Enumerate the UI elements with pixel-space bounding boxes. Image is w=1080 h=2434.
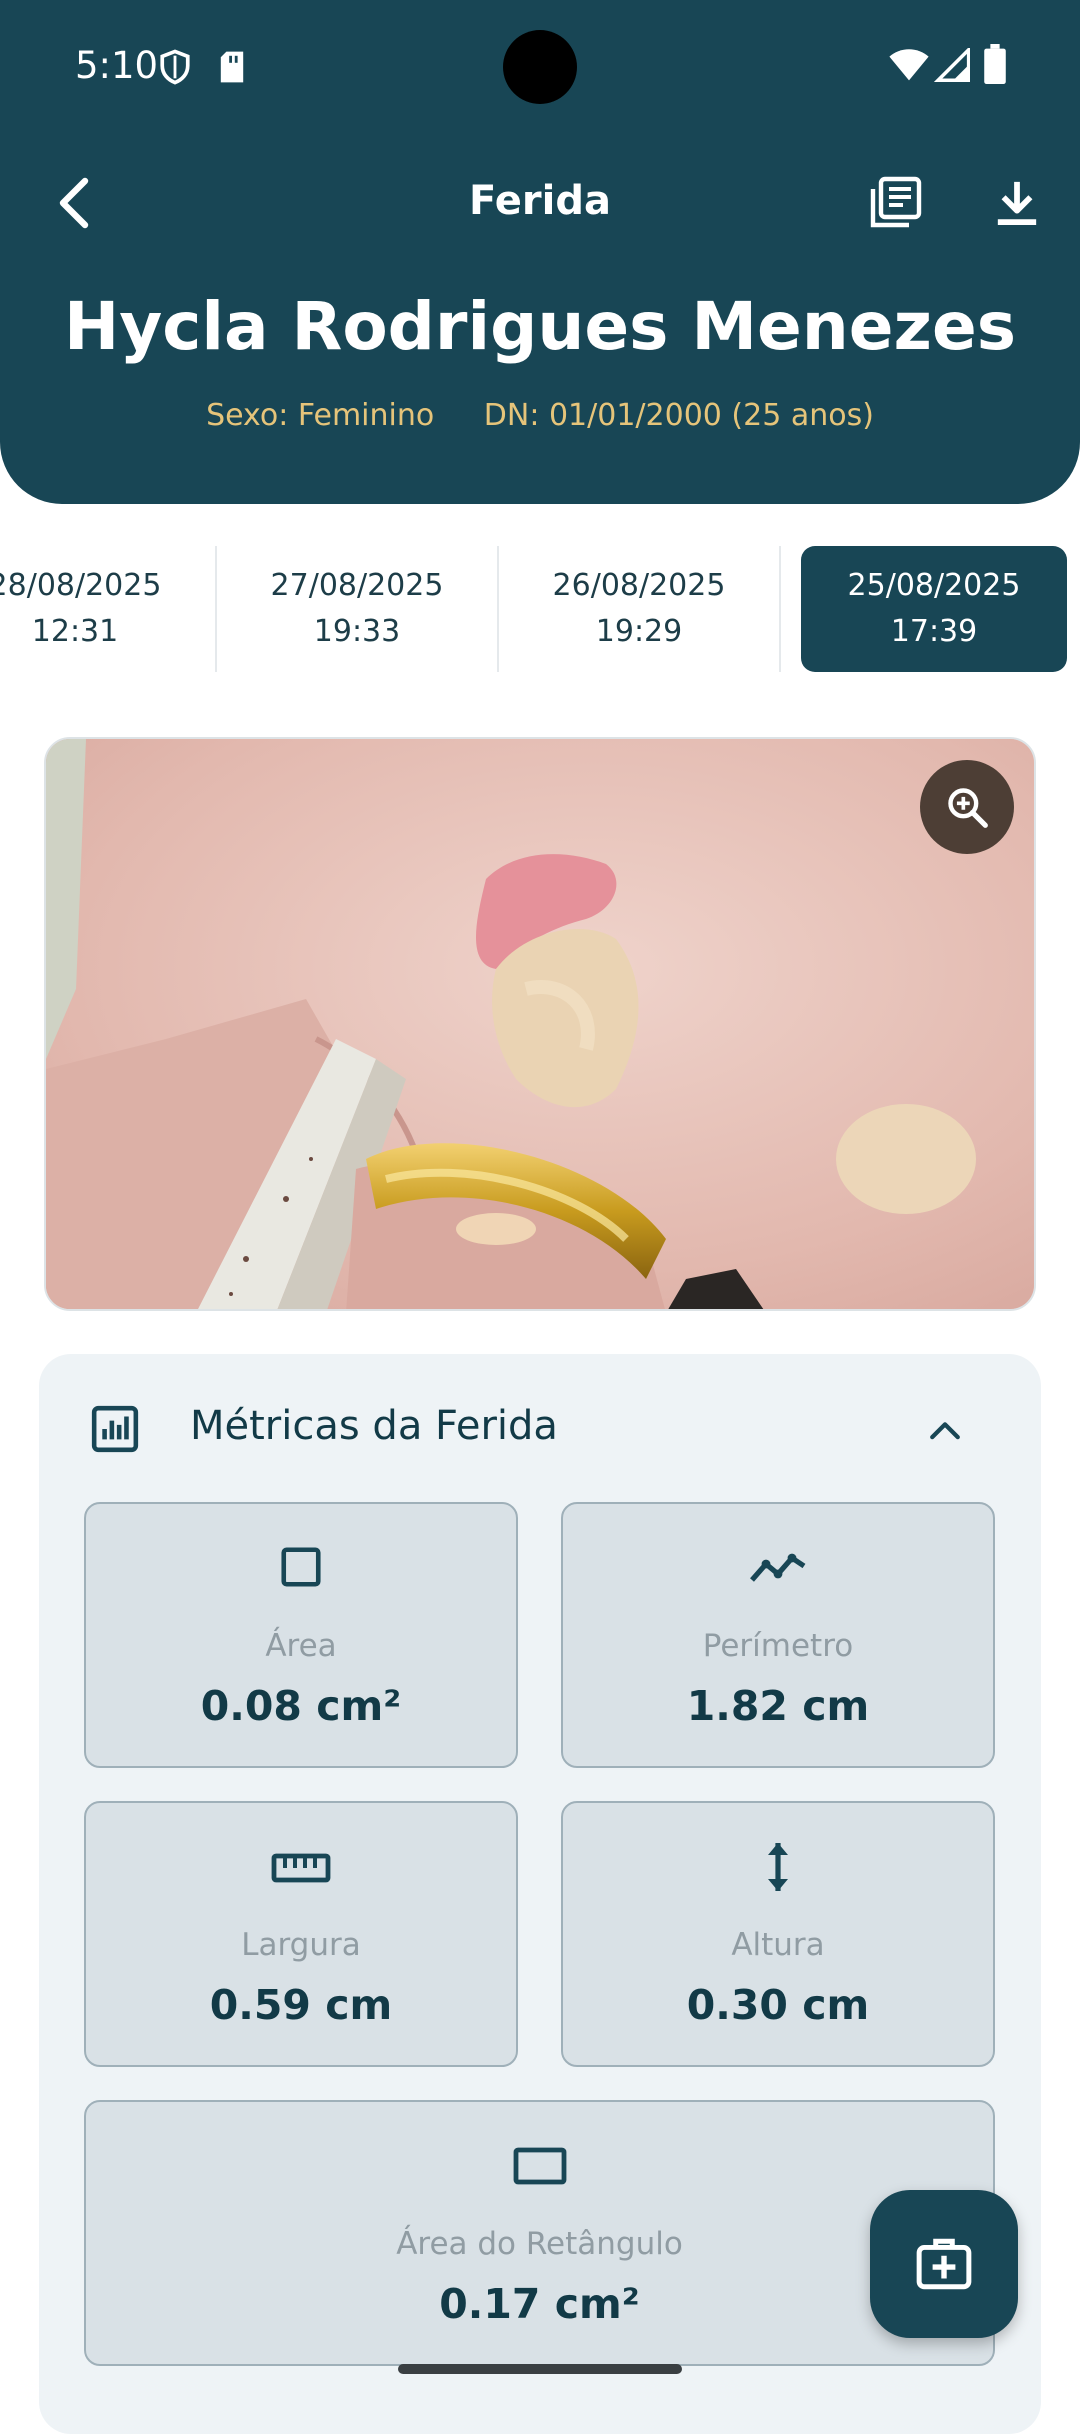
date-selector: 28/08/2025 12:31 27/08/2025 19:33 26/08/…	[0, 546, 1080, 674]
header: 5:10 Ferida Hycla Rodrigues Menezes Sexo…	[0, 0, 1080, 504]
sd-card-icon	[220, 51, 244, 83]
download-button[interactable]	[982, 168, 1052, 238]
metric-rectangle-area: Área do Retângulo 0.17 cm²	[84, 2100, 995, 2366]
signal-icon	[934, 48, 970, 82]
wound-photo[interactable]	[44, 737, 1036, 1311]
date-tab-selected[interactable]: 25/08/2025 17:39	[801, 546, 1067, 672]
metric-label: Área	[265, 1628, 337, 1664]
zoom-in-icon	[948, 788, 988, 828]
patient-sex: Sexo: Feminino	[206, 398, 435, 433]
metrics-title: Métricas da Ferida	[190, 1403, 558, 1449]
zoom-button[interactable]	[920, 760, 1014, 854]
date-tab-date: 28/08/2025	[0, 568, 162, 603]
wifi-icon	[889, 49, 929, 81]
metric-value: 0.59 cm	[209, 1981, 393, 2029]
date-tab-time: 12:31	[31, 614, 119, 649]
date-tab-date: 26/08/2025	[552, 568, 726, 603]
metric-value: 0.08 cm²	[200, 1682, 402, 1730]
shield-icon	[160, 49, 190, 85]
patient-details: Sexo: Feminino DN: 01/01/2000 (25 anos)	[0, 398, 1080, 433]
download-icon	[997, 181, 1037, 226]
divider	[779, 546, 781, 672]
status-bar: 5:10	[0, 0, 1080, 130]
date-tab-date: 25/08/2025	[847, 568, 1021, 603]
divider	[215, 546, 217, 672]
collapse-metrics-button[interactable]	[910, 1400, 980, 1460]
metric-height: Altura 0.30 cm	[561, 1801, 995, 2067]
ruler-icon	[271, 1853, 331, 1883]
date-tab-time: 17:39	[890, 614, 978, 649]
patient-name: Hycla Rodrigues Menezes	[63, 288, 1016, 365]
vertical-arrows-icon	[768, 1843, 788, 1891]
square-icon	[281, 1547, 321, 1587]
rectangle-icon	[513, 2147, 566, 2185]
camera-cutout	[503, 30, 577, 104]
metric-value: 0.17 cm²	[439, 2280, 640, 2328]
date-tab-date: 27/08/2025	[270, 568, 444, 603]
metric-width: Largura 0.59 cm	[84, 1801, 518, 2067]
patient-dob: DN: 01/01/2000 (25 anos)	[483, 398, 874, 433]
metric-perimeter: Perímetro 1.82 cm	[561, 1502, 995, 1768]
metric-label: Altura	[731, 1927, 825, 1963]
metric-value: 1.82 cm	[686, 1682, 870, 1730]
home-indicator[interactable]	[398, 2364, 682, 2374]
add-treatment-button[interactable]	[870, 2190, 1018, 2338]
date-tab-time: 19:33	[313, 614, 401, 649]
line-chart-icon	[750, 1553, 806, 1582]
metric-label: Perímetro	[702, 1628, 854, 1664]
date-tab[interactable]: 26/08/2025 19:29	[506, 546, 772, 672]
date-tab[interactable]: 27/08/2025 19:33	[224, 546, 490, 672]
date-tab[interactable]: 28/08/2025 12:31	[0, 546, 208, 672]
metric-value: 0.30 cm	[686, 1981, 870, 2029]
battery-icon	[984, 44, 1006, 84]
divider	[497, 546, 499, 672]
metric-area: Área 0.08 cm²	[84, 1502, 518, 1768]
chevron-up-icon	[930, 1422, 960, 1440]
report-button[interactable]	[860, 168, 930, 238]
wound-image	[46, 739, 1034, 1309]
medical-kit-icon	[916, 2238, 972, 2290]
metric-label: Área do Retângulo	[396, 2226, 683, 2262]
metric-label: Largura	[241, 1927, 361, 1963]
bar-chart-icon	[91, 1405, 139, 1453]
document-list-icon	[870, 176, 922, 228]
status-time: 5:10	[75, 44, 159, 87]
date-tab-time: 19:29	[595, 614, 683, 649]
